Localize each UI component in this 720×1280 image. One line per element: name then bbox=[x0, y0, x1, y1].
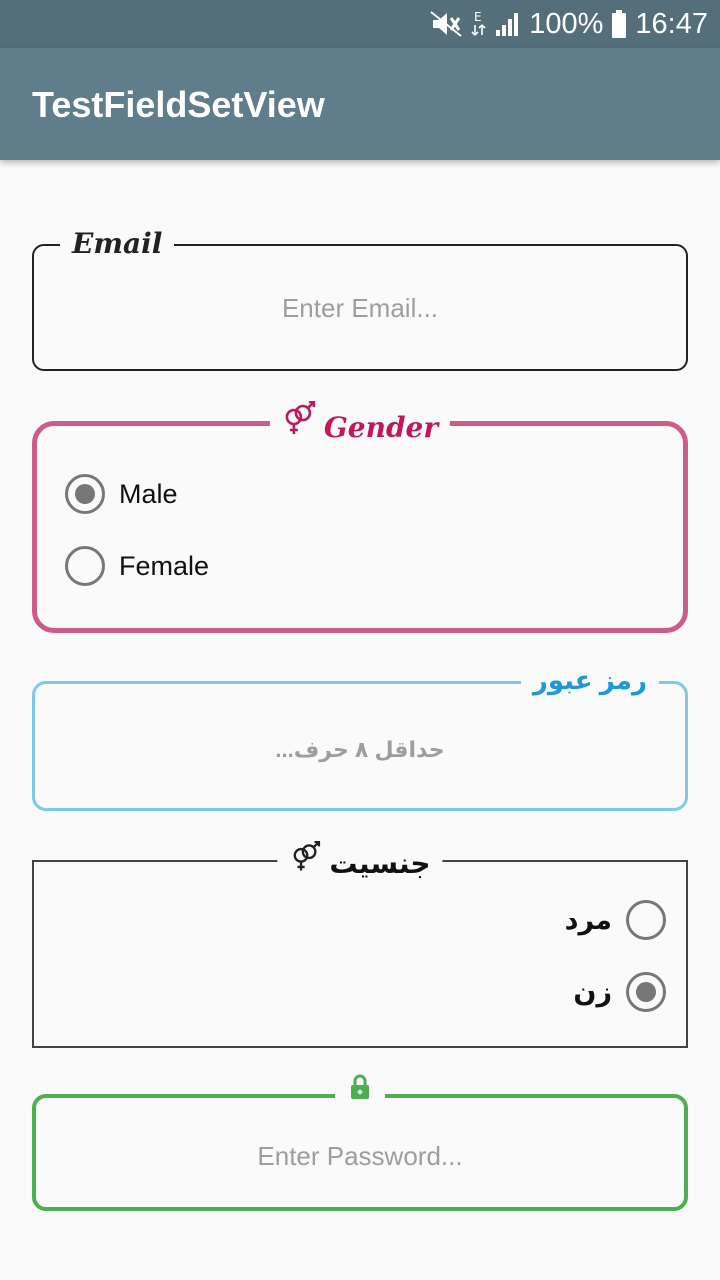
gender-fa-legend: جنسیت bbox=[277, 840, 443, 886]
email-input[interactable] bbox=[34, 288, 686, 328]
password-legend bbox=[335, 1074, 385, 1116]
radio-male-fa-label: مرد bbox=[564, 904, 612, 935]
data-e-icon: E bbox=[471, 9, 487, 39]
svg-text:E: E bbox=[474, 10, 482, 24]
signal-icon bbox=[495, 11, 521, 37]
battery-percent: 100% bbox=[529, 7, 604, 40]
radio-male-label: Male bbox=[119, 478, 178, 509]
gender-legend: Gender bbox=[269, 400, 451, 455]
gender-fa-fieldset: جنسیت مرد زن bbox=[32, 840, 688, 1048]
password-input[interactable] bbox=[36, 1136, 684, 1176]
gender-fieldset: Gender Male Female bbox=[32, 400, 688, 633]
password-fieldset bbox=[32, 1074, 688, 1211]
radio-female-fa-circle[interactable] bbox=[626, 972, 666, 1012]
radio-female-fa-label: زن bbox=[573, 976, 612, 1007]
radio-male[interactable]: Male bbox=[65, 474, 178, 514]
radio-male-circle[interactable] bbox=[65, 474, 105, 514]
radio-female[interactable]: Female bbox=[65, 546, 209, 586]
app-toolbar: TestFieldSetView bbox=[0, 48, 720, 160]
radio-male-fa-circle[interactable] bbox=[626, 900, 666, 940]
radio-female-circle[interactable] bbox=[65, 546, 105, 586]
mute-icon bbox=[429, 10, 463, 38]
password-fa-fieldset: رمز عبور bbox=[32, 660, 688, 811]
gender-icon bbox=[282, 400, 318, 455]
email-legend: Email bbox=[60, 224, 175, 264]
radio-female-fa[interactable]: زن bbox=[573, 972, 666, 1012]
battery-icon bbox=[611, 9, 627, 39]
radio-female-label: Female bbox=[119, 550, 210, 581]
gender-legend-text: Gender bbox=[323, 411, 439, 444]
gender-fa-legend-text: جنسیت bbox=[329, 847, 431, 879]
clock: 16:47 bbox=[635, 7, 708, 40]
status-bar: E 100% 16:47 bbox=[0, 0, 720, 48]
radio-male-fa[interactable]: مرد bbox=[565, 900, 666, 940]
gender-fa-icon bbox=[289, 840, 323, 886]
password-fa-legend: رمز عبور bbox=[520, 660, 659, 700]
password-fa-input[interactable] bbox=[35, 730, 685, 770]
app-title: TestFieldSetView bbox=[32, 84, 325, 125]
email-fieldset: Email bbox=[32, 224, 688, 371]
lock-icon bbox=[349, 1074, 371, 1116]
email-legend-text: Email bbox=[72, 227, 163, 260]
